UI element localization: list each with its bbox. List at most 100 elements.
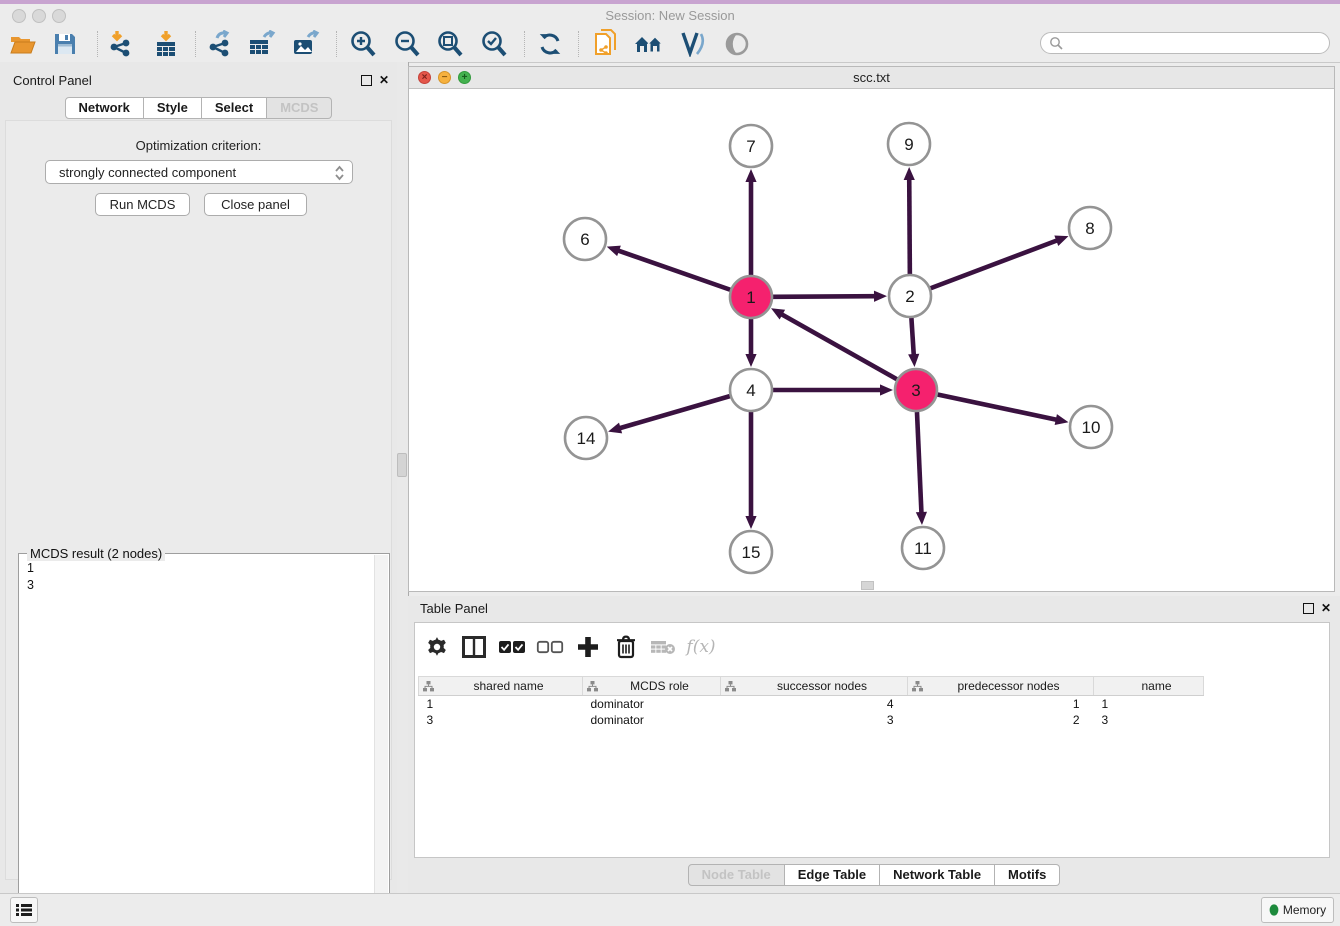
add-column-icon[interactable] [574,634,602,660]
table-tab-network-table[interactable]: Network Table [880,864,995,886]
cell-successor-nodes[interactable]: 4 [721,696,908,713]
result-scrollbar[interactable] [374,555,388,926]
save-session-icon[interactable] [50,29,80,59]
memory-button[interactable]: Memory [1261,897,1334,923]
node-table[interactable]: shared nameMCDS rolesuccessor nodesprede… [418,676,1204,728]
toolbar-separator [195,31,196,57]
close-panel-icon[interactable]: ✕ [379,74,389,86]
select-all-icon[interactable] [498,634,526,660]
tab-style[interactable]: Style [144,97,202,119]
show-graphics-details-icon[interactable] [722,29,752,59]
close-table-panel-icon[interactable]: ✕ [1321,602,1331,614]
cell-shared-name[interactable]: 1 [419,696,583,713]
style-preview-icon[interactable] [678,29,708,59]
table-tab-edge-table[interactable]: Edge Table [785,864,880,886]
cell-name[interactable]: 3 [1094,712,1204,728]
graph-node-9[interactable]: 9 [888,123,930,165]
node-label: 1 [746,288,755,307]
node-label: 8 [1085,219,1094,238]
graph-node-1[interactable]: 1 [730,276,772,318]
edge-2-8[interactable] [931,240,1059,288]
edge-3-10[interactable] [938,395,1058,420]
open-session-icon[interactable] [8,29,38,59]
edge-2-9[interactable] [909,178,910,274]
run-mcds-button[interactable]: Run MCDS [95,193,190,216]
mcds-result-group: MCDS result (2 nodes) 1 3 [18,553,390,926]
cell-MCDS-role[interactable]: dominator [583,696,721,713]
search-box[interactable] [1040,32,1330,54]
table-tab-motifs[interactable]: Motifs [995,864,1060,886]
network-canvas[interactable]: 7 9 6 8 1 2 4 3 14 10 15 11 [409,88,1334,585]
edge-1-6[interactable] [617,250,730,290]
arrowhead [608,423,622,434]
edge-3-11[interactable] [917,412,922,514]
home-layout-icon[interactable] [634,29,664,59]
column-header-successor-nodes[interactable]: successor nodes [721,677,908,696]
application-window: Session: New Session [0,0,1340,926]
graph-node-8[interactable]: 8 [1069,207,1111,249]
search-input[interactable] [1063,33,1329,53]
graph-node-11[interactable]: 11 [902,527,944,569]
export-image-icon[interactable] [291,29,321,59]
edge-1-2[interactable] [773,296,876,297]
tab-select[interactable]: Select [202,97,267,119]
edge-3-1[interactable] [781,314,897,380]
canvas-split-handle[interactable] [861,581,874,590]
import-table-icon[interactable] [151,29,181,59]
function-builder-icon[interactable]: f(x) [687,634,715,660]
clone-network-icon[interactable] [591,29,621,59]
column-header-predecessor-nodes[interactable]: predecessor nodes [908,677,1094,696]
split-columns-icon[interactable] [460,634,488,660]
node-label: 3 [911,381,920,400]
graph-node-6[interactable]: 6 [564,218,606,260]
table-settings-icon[interactable] [423,634,451,660]
graph-node-2[interactable]: 2 [889,275,931,317]
graph-node-15[interactable]: 15 [730,531,772,573]
cell-shared-name[interactable]: 3 [419,712,583,728]
float-table-panel-icon[interactable] [1303,603,1314,614]
zoom-fit-icon[interactable] [435,29,465,59]
column-header-MCDS-role[interactable]: MCDS role [583,677,721,696]
arrowhead [874,291,887,302]
column-header-name[interactable]: name [1094,677,1204,696]
float-panel-icon[interactable] [361,75,372,86]
cell-predecessor-nodes[interactable]: 1 [908,696,1094,713]
delete-table-icon[interactable] [649,634,677,660]
divider-handle[interactable] [397,453,407,477]
graph-node-3[interactable]: 3 [895,369,937,411]
mcds-tab-content: Optimization criterion: strongly connect… [5,120,392,880]
memory-status-icon [1269,904,1279,916]
edge-4-14[interactable] [619,396,730,428]
zoom-in-icon[interactable] [348,29,378,59]
edge-2-3[interactable] [911,318,913,356]
export-network-icon[interactable] [205,29,235,59]
cell-successor-nodes[interactable]: 3 [721,712,908,728]
table-row[interactable]: 3dominator323 [419,712,1204,728]
graph-node-10[interactable]: 10 [1070,406,1112,448]
delete-column-icon[interactable] [612,634,640,660]
cell-name[interactable]: 1 [1094,696,1204,713]
table-panel-tabs: Node TableEdge TableNetwork TableMotifs [408,864,1340,886]
control-panel-title: Control Panel [13,73,92,88]
deselect-all-icon[interactable] [536,634,564,660]
cell-predecessor-nodes[interactable]: 2 [908,712,1094,728]
graph-node-4[interactable]: 4 [730,369,772,411]
tab-network[interactable]: Network [65,97,144,119]
zoom-selected-icon[interactable] [479,29,509,59]
zoom-out-icon[interactable] [392,29,422,59]
criterion-select[interactable]: strongly connected component [45,160,353,184]
export-table-icon[interactable] [247,29,277,59]
refresh-view-icon[interactable] [535,29,565,59]
close-panel-button[interactable]: Close panel [204,193,307,216]
node-label: 7 [746,137,755,156]
toolbar-separator [524,31,525,57]
import-network-icon[interactable] [106,29,136,59]
cell-MCDS-role[interactable]: dominator [583,712,721,728]
column-header-shared-name[interactable]: shared name [419,677,583,696]
graph-node-14[interactable]: 14 [565,417,607,459]
tab-mcds[interactable]: MCDS [267,97,332,119]
table-tab-node-table[interactable]: Node Table [688,864,785,886]
task-history-button[interactable] [10,897,38,923]
graph-node-7[interactable]: 7 [730,125,772,167]
table-row[interactable]: 1dominator411 [419,696,1204,713]
